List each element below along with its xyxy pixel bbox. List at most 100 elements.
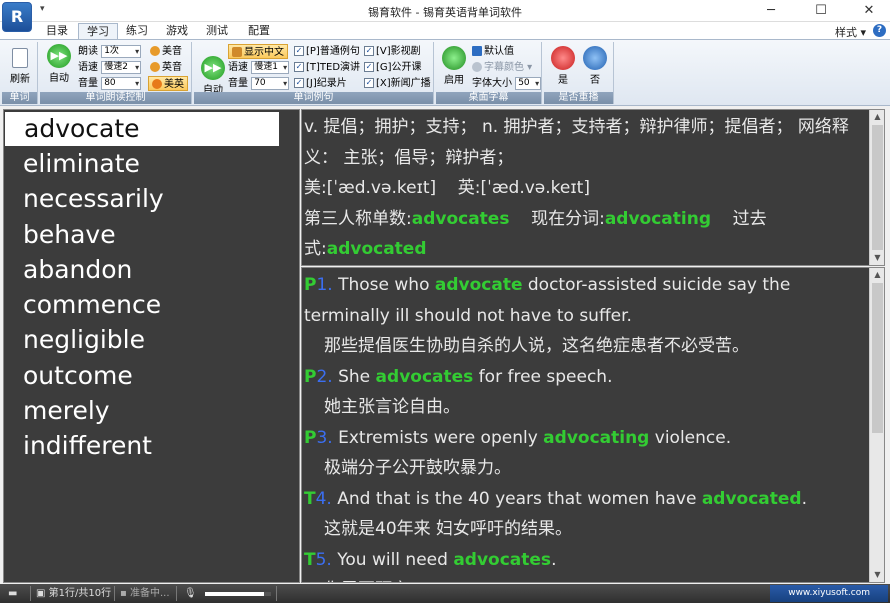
tab-config[interactable]: 配置 — [240, 23, 278, 39]
uk-phonetic[interactable]: 英:[ˈæd.və.keɪt] — [458, 178, 590, 198]
auto-example-button[interactable]: ▶▶ 自动 — [198, 56, 228, 96]
example-volume-select[interactable]: 70 — [251, 76, 290, 90]
folder-icon[interactable]: ▬ — [8, 586, 17, 601]
row-info: ▣ 第1行/共10行 — [36, 588, 112, 599]
us-accent-button[interactable]: 美音 — [150, 44, 182, 59]
definition-scrollbar[interactable]: ▲ ▼ — [869, 110, 884, 265]
font-size-select[interactable]: 50 — [515, 76, 542, 90]
microphone-icon[interactable]: 🎙 — [184, 586, 197, 601]
third-person-form: advocates — [411, 208, 510, 229]
us-phonetic[interactable]: 美:[ˈæd.və.keɪt] — [304, 178, 436, 198]
windows-icon — [472, 46, 482, 56]
word-item[interactable]: eliminate — [4, 146, 299, 181]
word-item[interactable]: outcome — [4, 358, 299, 393]
word-item[interactable]: indifferent — [4, 428, 299, 463]
help-icon[interactable]: ? — [873, 24, 886, 37]
status-text: ▪ 准备中... — [120, 588, 170, 599]
tab-catalog[interactable]: 目录 — [38, 23, 76, 39]
style-menu[interactable]: 样式 ▾ — [835, 24, 866, 40]
read-speed-select[interactable]: 慢速2 — [101, 60, 142, 74]
tab-test[interactable]: 测试 — [198, 23, 236, 39]
ribbon-tab-bar: 目录 学习 练习 游戏 测试 配置 样式 ▾ ? — [0, 22, 890, 39]
scroll-thumb[interactable] — [872, 283, 883, 433]
title-bar: ▾ 锡育软件 - 锡育英语背单词软件 ─ ☐ ✕ — [0, 0, 890, 22]
play-icon: ▶▶ — [201, 56, 225, 80]
example-sentence[interactable]: P2. She advocates for free speech. — [304, 362, 868, 393]
tab-game[interactable]: 游戏 — [158, 23, 196, 39]
checkbox-checked-icon: ✓ — [364, 78, 374, 88]
example-translation: 这就是40年来 妇女呼吁的结果。 — [324, 519, 573, 539]
example-translation: 你需要预言 — [304, 575, 868, 582]
minimize-button[interactable]: ─ — [754, 0, 788, 22]
example-translation: 极端分子公开鼓吹暴力。 — [324, 458, 511, 478]
show-chinese-button[interactable]: 显示中文 — [228, 44, 288, 59]
definition-pane: v. 提倡；拥护；支持； n. 拥护者；支持者；辩护律师；提倡者； 网络释义： … — [301, 109, 885, 266]
read-volume-select[interactable]: 80 — [101, 76, 142, 90]
word-list: advocate eliminate necessarily behave ab… — [3, 109, 300, 583]
example-sentence[interactable]: P1. Those who advocate doctor-assisted s… — [304, 270, 868, 331]
progress-fill — [205, 592, 265, 596]
speaker-icon — [150, 62, 160, 72]
checkbox-checked-icon: ✓ — [294, 62, 304, 72]
check-news[interactable]: ✓ [X]新闻广播 — [364, 76, 431, 91]
auto-read-button[interactable]: ▶▶ 自动 — [44, 44, 74, 84]
group-replay: 是 否 是否重播 — [544, 42, 614, 104]
word-item[interactable]: merely — [4, 393, 299, 428]
read-count-select[interactable]: 1次 — [101, 44, 142, 58]
word-item[interactable]: behave — [4, 217, 299, 252]
audio-progress — [205, 592, 271, 596]
us-uk-accent-button[interactable]: 美英 — [148, 76, 188, 91]
checkbox-checked-icon: ✓ — [364, 46, 374, 56]
tab-study[interactable]: 学习 — [78, 23, 118, 39]
tab-practice[interactable]: 练习 — [118, 23, 156, 39]
synonym-label: 同义 — [304, 265, 868, 266]
check-movie[interactable]: ✓ [V]影视剧 — [364, 44, 421, 59]
start-subtitle-button[interactable]: 启用 — [439, 46, 469, 86]
scroll-thumb[interactable] — [872, 125, 883, 250]
group-reading-control: ▶▶ 自动 朗读 1次 语速 慢速2 音量 80 美音 英音 美英 单词朗读控制 — [40, 42, 192, 104]
group-examples: ▶▶ 自动 显示中文 语速 慢速1 音量 70 ✓[P]普通例句 ✓[T]TED… — [194, 42, 434, 104]
check-documentary[interactable]: ✓ [J]纪录片 — [294, 76, 347, 91]
close-button[interactable]: ✕ — [852, 0, 886, 22]
website-link[interactable]: www.xiyusoft.com — [770, 585, 888, 602]
scroll-down-icon[interactable]: ▼ — [870, 251, 884, 265]
scroll-up-icon[interactable]: ▲ — [870, 110, 884, 124]
scroll-down-icon[interactable]: ▼ — [870, 568, 884, 582]
example-sentence[interactable]: T5. You will need advocates. — [304, 545, 868, 576]
speaker-icon — [152, 79, 162, 89]
subtitle-color-button[interactable]: 字幕颜色 ▾ — [472, 60, 532, 75]
word-item[interactable]: negligible — [4, 322, 299, 357]
word-item[interactable]: necessarily — [4, 181, 299, 216]
document-icon — [12, 48, 28, 68]
check-ted[interactable]: ✓ [T]TED演讲 — [294, 60, 360, 75]
uk-accent-button[interactable]: 英音 — [150, 60, 182, 75]
examples-scrollbar[interactable]: ▲ ▼ — [869, 268, 884, 582]
group-word: 刷新 单词 — [2, 42, 38, 104]
example-sentence[interactable]: T4. And that is the 40 years that women … — [304, 484, 868, 515]
example-speed-select[interactable]: 慢速1 — [251, 60, 290, 74]
maximize-button[interactable]: ☐ — [804, 0, 838, 22]
word-item[interactable]: advocate — [5, 112, 279, 146]
checkbox-checked-icon: ✓ — [294, 46, 304, 56]
color-icon — [472, 62, 482, 72]
present-participle-form: advocating — [604, 208, 712, 229]
word-item[interactable]: commence — [4, 287, 299, 322]
check-normal-example[interactable]: ✓ [P]普通例句 — [294, 44, 360, 59]
definition-text: v. 提倡；拥护；支持； n. 拥护者；支持者；辩护律师；提倡者； 网络释义： … — [304, 117, 849, 168]
status-bar: ▬ ▣ 第1行/共10行 ▪ 准备中... 🎙 www.xiyusoft.com — [0, 584, 890, 603]
replay-yes-button[interactable]: 是 — [549, 46, 577, 86]
default-value-button[interactable]: 默认值 — [472, 44, 514, 59]
replay-no-button[interactable]: 否 — [581, 46, 609, 86]
refresh-button[interactable]: 刷新 — [6, 48, 34, 85]
start-icon — [442, 46, 466, 70]
scroll-up-icon[interactable]: ▲ — [870, 268, 884, 282]
app-logo-icon[interactable]: R — [2, 2, 32, 32]
speaker-icon — [150, 46, 160, 56]
replay-yes-icon — [551, 46, 575, 70]
ribbon: 刷新 单词 ▶▶ 自动 朗读 1次 语速 慢速2 音量 80 美音 英音 美英 … — [0, 39, 890, 106]
example-sentence[interactable]: P3. Extremists were openly advocating vi… — [304, 423, 868, 454]
word-item[interactable]: abandon — [4, 252, 299, 287]
example-translation: 她主张言论自由。 — [324, 397, 460, 417]
word-forms: 第三人称单数:advocates 现在分词:advocating 过去式:adv… — [304, 208, 767, 260]
check-open-course[interactable]: ✓ [G]公开课 — [364, 60, 422, 75]
